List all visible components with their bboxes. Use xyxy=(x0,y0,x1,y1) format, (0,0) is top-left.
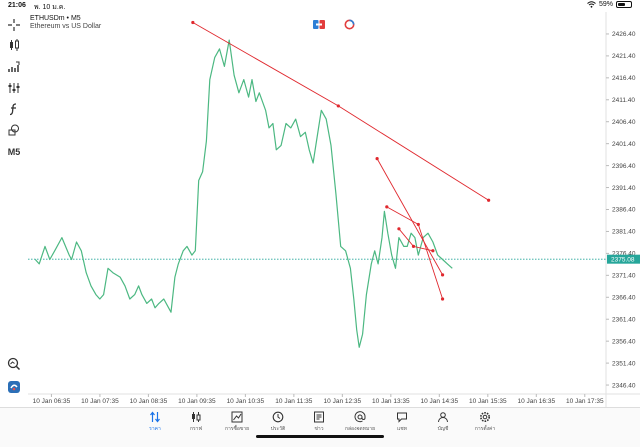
price-series-line xyxy=(34,39,453,348)
nav-quotes[interactable]: ราคา xyxy=(133,411,177,433)
symbol-timeframe: ETHUSDm • M5 xyxy=(30,15,81,22)
trendline xyxy=(192,22,489,201)
x-tick-label: 10 Jan 10:35 xyxy=(227,398,265,405)
trendline xyxy=(386,206,444,300)
y-tick-label: 2401.40 xyxy=(612,141,636,148)
chat-icon xyxy=(397,412,407,423)
accounts-icon xyxy=(438,412,448,423)
status-time: 21:06 xyxy=(8,2,26,9)
mailbox-icon xyxy=(354,411,366,423)
settings-icon xyxy=(480,412,490,422)
trendline-anchor xyxy=(416,222,420,227)
nav-label: กล่องจดหมาย xyxy=(344,426,376,432)
trendline-anchor xyxy=(431,249,435,253)
status-bar: 21:06 พ. 10 ม.ค. 59% xyxy=(0,0,640,12)
chart-icon xyxy=(192,412,201,422)
history-icon xyxy=(272,411,284,423)
y-tick-label: 2381.40 xyxy=(612,229,636,236)
news-icon xyxy=(314,411,324,423)
y-tick-label: 2356.40 xyxy=(612,338,636,345)
nav-label: ราคา xyxy=(149,426,161,432)
nav-label: การตั้งค่า xyxy=(474,426,496,432)
x-tick-label: 10 Jan 17:35 xyxy=(566,398,604,405)
wifi-icon xyxy=(587,1,596,8)
left-toolbar: M5 xyxy=(0,12,28,407)
nav-history[interactable]: ประวัติ xyxy=(256,411,300,433)
function-icon[interactable] xyxy=(4,100,24,118)
y-tick-label: 2421.40 xyxy=(612,53,636,60)
trendline-anchor xyxy=(440,273,445,277)
indicator-icon[interactable] xyxy=(4,58,24,76)
timeframe-button[interactable]: M5 xyxy=(4,143,24,161)
nav-label: บัญชี xyxy=(437,426,449,432)
y-tick-label: 2396.40 xyxy=(612,163,636,170)
nav-trade[interactable]: การซื้อขาย xyxy=(215,411,259,433)
x-tick-label: 10 Jan 14:35 xyxy=(421,398,459,405)
one-click-trading-icon[interactable] xyxy=(313,19,325,29)
trendline-anchor xyxy=(397,227,401,231)
y-tick-label: 2391.40 xyxy=(612,185,636,192)
x-tick-label: 10 Jan 07:35 xyxy=(81,398,119,405)
y-tick-label: 2361.40 xyxy=(612,316,636,323)
x-tick-label: 10 Jan 09:35 xyxy=(178,398,216,405)
trade-icon xyxy=(231,411,243,423)
nav-chat[interactable]: แชท xyxy=(380,411,424,433)
bottom-nav: ราคา กราฟ การซื้อขาย ประวัติ ข่าว กล่องจ… xyxy=(0,407,640,447)
trendline-anchor xyxy=(336,104,340,108)
trendline-anchor xyxy=(385,205,389,209)
nav-mailbox[interactable]: กล่องจดหมาย xyxy=(338,411,382,433)
candlestick-icon[interactable] xyxy=(4,36,24,54)
x-tick-label: 10 Jan 11:35 xyxy=(275,398,312,405)
shapes-icon[interactable] xyxy=(4,121,24,139)
trendline-anchor xyxy=(440,297,445,301)
y-tick-label: 2371.40 xyxy=(612,273,636,280)
trendline-anchor xyxy=(375,156,379,161)
trendline-anchor xyxy=(191,20,195,25)
current-price-label: 2375.08 xyxy=(611,256,635,263)
battery-icon xyxy=(616,1,632,8)
y-tick-label: 2366.40 xyxy=(612,294,636,301)
nav-news[interactable]: ข่าว xyxy=(297,411,341,433)
y-tick-label: 2351.40 xyxy=(612,360,636,367)
y-tick-label: 2406.40 xyxy=(612,119,636,126)
y-tick-label: 2386.40 xyxy=(612,207,636,214)
y-tick-label: 2346.40 xyxy=(612,382,636,389)
symbol-info[interactable]: ETHUSDm • M5 Ethereum vs US Dollar xyxy=(30,15,101,31)
x-tick-label: 10 Jan 15:35 xyxy=(469,398,507,405)
x-tick-label: 10 Jan 08:35 xyxy=(130,398,168,405)
status-right: 59% xyxy=(587,1,632,8)
trendline-anchor xyxy=(487,198,491,202)
x-tick-label: 10 Jan 06:35 xyxy=(33,398,71,405)
crosshair-icon[interactable] xyxy=(4,16,24,34)
market-status-icon[interactable] xyxy=(343,19,355,29)
quotes-icon xyxy=(150,411,160,423)
nav-label: ข่าว xyxy=(314,426,324,432)
chart-top-icons xyxy=(313,19,355,29)
nav-label: การซื้อขาย xyxy=(224,426,250,432)
trendline xyxy=(376,158,443,276)
x-tick-label: 10 Jan 13:35 xyxy=(372,398,410,405)
nav-label: กราฟ xyxy=(189,426,203,432)
app-logo-icon[interactable] xyxy=(4,378,24,396)
battery-percent: 59% xyxy=(598,1,613,8)
y-tick-label: 2426.40 xyxy=(612,31,636,38)
chart-settings-icon[interactable] xyxy=(4,79,24,97)
price-chart[interactable]: 2426.40 2421.40 2416.40 2411.40 2406.40 2401.… xyxy=(0,12,640,407)
x-tick-label: 10 Jan 16:35 xyxy=(517,398,555,405)
symbol-description: Ethereum vs US Dollar xyxy=(30,23,102,30)
zoom-icon[interactable] xyxy=(4,355,24,373)
y-tick-label: 2416.40 xyxy=(612,75,636,82)
x-tick-label: 10 Jan 12:35 xyxy=(324,398,362,405)
nav-chart[interactable]: กราฟ xyxy=(174,411,218,433)
nav-accounts[interactable]: บัญชี xyxy=(421,411,465,433)
y-tick-label: 2411.40 xyxy=(612,97,635,104)
trendline-anchor xyxy=(411,244,416,248)
nav-label: แชท xyxy=(397,426,407,432)
nav-label: ประวัติ xyxy=(270,426,286,432)
nav-settings[interactable]: การตั้งค่า xyxy=(463,411,507,433)
home-indicator xyxy=(256,435,384,438)
